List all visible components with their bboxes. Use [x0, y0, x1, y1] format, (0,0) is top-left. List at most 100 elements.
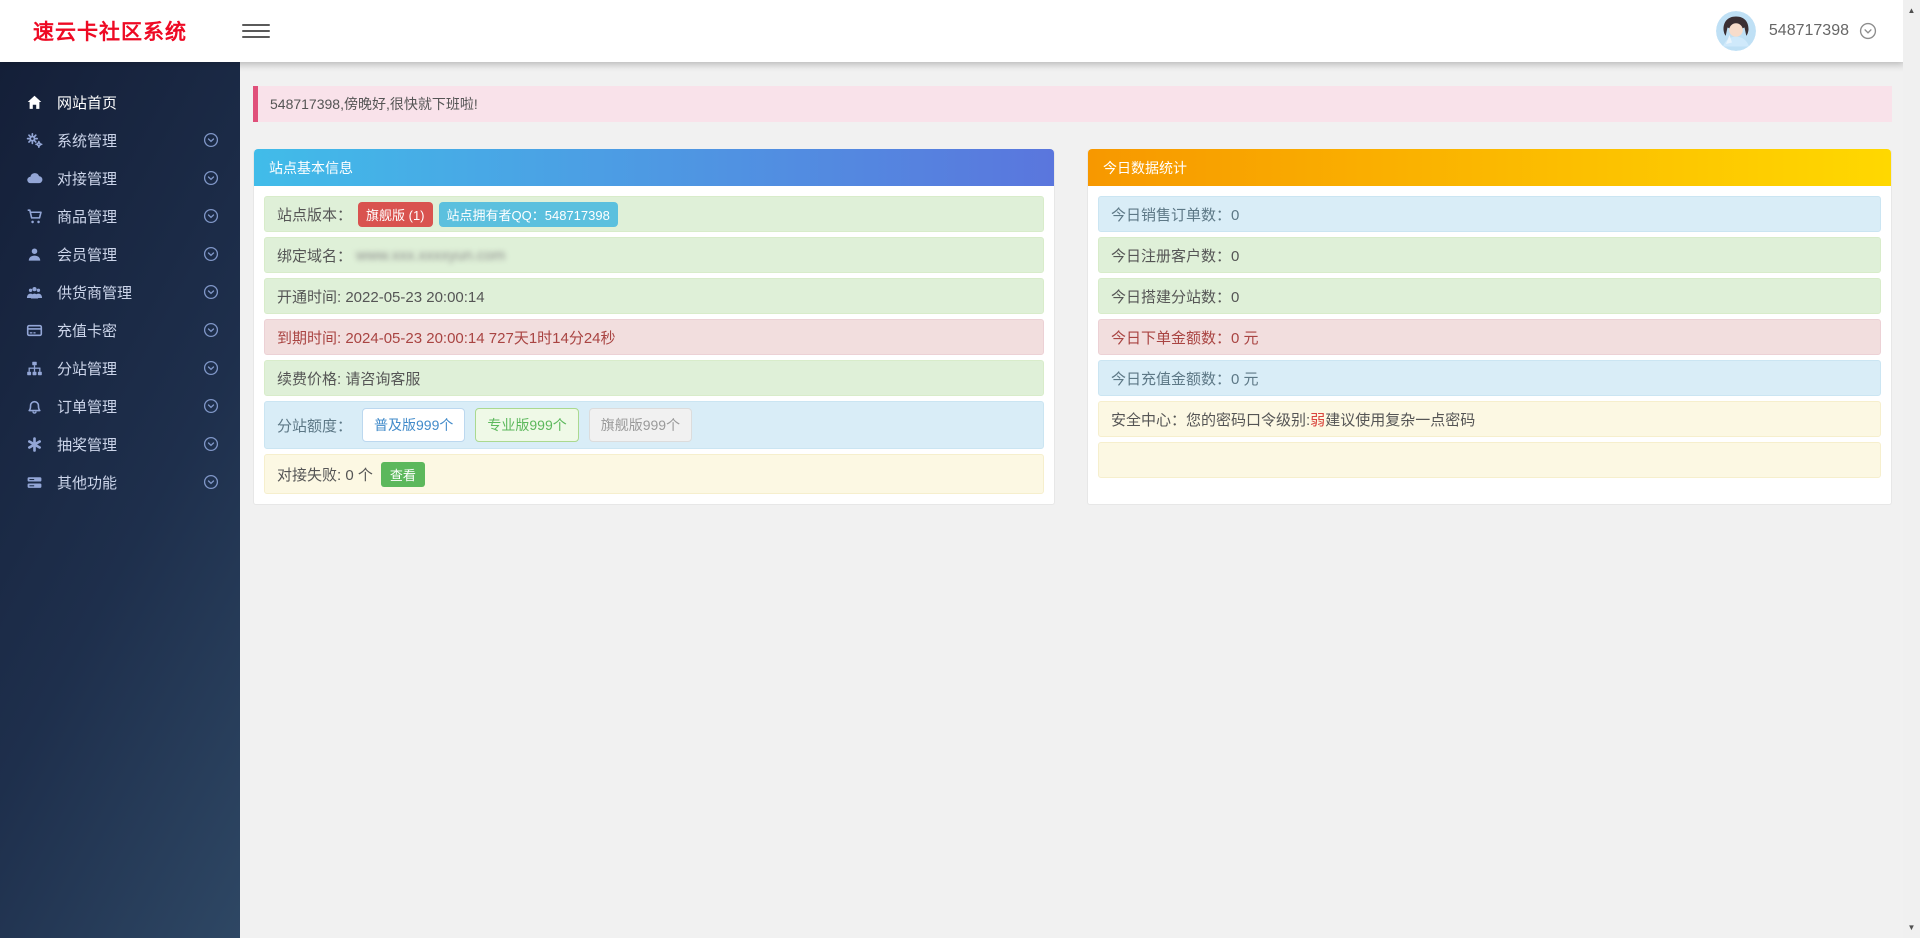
sidebar-item-label: 分站管理	[57, 358, 203, 379]
sidebar-item-products[interactable]: 商品管理	[0, 197, 240, 235]
sidebar-item-system[interactable]: 系统管理	[0, 121, 240, 159]
users-icon	[25, 284, 44, 301]
chevron-down-icon[interactable]	[203, 208, 219, 224]
row-text: 今日销售订单数：0	[1111, 204, 1239, 225]
row-label: 绑定域名：	[277, 245, 352, 266]
chevron-down-icon[interactable]	[203, 360, 219, 376]
row-text: 今日搭建分站数：0	[1111, 286, 1239, 307]
row-site-version: 站点版本： 旗舰版 (1) 站点拥有者QQ：548717398	[264, 196, 1044, 232]
sidebar-item-members[interactable]: 会员管理	[0, 235, 240, 273]
hamburger-menu-icon[interactable]	[242, 24, 270, 39]
app-logo: 速云卡社区系统	[0, 16, 240, 46]
sidebar-item-home[interactable]: 网站首页	[0, 83, 240, 121]
site-info-card: 站点基本信息 站点版本： 旗舰版 (1) 站点拥有者QQ：548717398 绑…	[253, 149, 1055, 505]
page-scrollbar[interactable]: ▲ ▼	[1903, 0, 1920, 938]
chevron-down-icon[interactable]	[203, 284, 219, 300]
sidebar-item-label: 网站首页	[57, 92, 240, 113]
sidebar-item-label: 充值卡密	[57, 320, 203, 341]
user-icon	[25, 246, 44, 263]
row-registered-customers: 今日注册客户数：0	[1098, 237, 1881, 273]
view-button[interactable]: 查看	[381, 462, 425, 487]
row-security-center: 安全中心：您的密码口令级别:弱 建议使用复杂一点密码	[1098, 401, 1881, 437]
sidebar-item-label: 对接管理	[57, 168, 203, 189]
scroll-down-icon[interactable]: ▼	[1903, 919, 1920, 936]
scroll-up-icon[interactable]: ▲	[1903, 2, 1920, 19]
cloud-icon	[25, 170, 44, 187]
server-icon	[25, 474, 44, 491]
chevron-down-icon[interactable]	[203, 170, 219, 186]
today-stats-card-header: 今日数据统计	[1088, 149, 1891, 186]
sidebar-item-label: 其他功能	[57, 472, 203, 493]
row-text: 今日下单金额数：0 元	[1111, 327, 1259, 348]
chevron-down-icon[interactable]	[203, 398, 219, 414]
greeting-alert: 548717398,傍晚好,很快就下班啦!	[253, 86, 1892, 122]
row-open-time: 开通时间: 2022-05-23 20:00:14	[264, 278, 1044, 314]
domain-value-blurred: www.xxx.xxxxyun.com	[356, 247, 505, 264]
security-text-suffix: 建议使用复杂一点密码	[1325, 409, 1475, 430]
row-recharge-amount: 今日充值金额数：0 元	[1098, 360, 1881, 396]
row-text: 今日充值金额数：0 元	[1111, 368, 1259, 389]
row-expire-time: 到期时间: 2024-05-23 20:00:14 727天1时14分24秒	[264, 319, 1044, 355]
chevron-down-icon[interactable]	[1859, 22, 1877, 40]
row-label: 站点版本：	[277, 204, 352, 225]
top-header: 速云卡社区系统 548717398	[0, 0, 1903, 62]
chevron-down-icon[interactable]	[203, 474, 219, 490]
greeting-text: 548717398,傍晚好,很快就下班啦!	[270, 94, 478, 114]
card-title: 站点基本信息	[269, 158, 353, 178]
sidebar-item-label: 供货商管理	[57, 282, 203, 303]
sidebar-item-label: 抽奖管理	[57, 434, 203, 455]
security-text-prefix: 安全中心：您的密码口令级别:	[1111, 409, 1310, 430]
row-docking-failures: 对接失败: 0 个 查看	[264, 454, 1044, 494]
sidebar-item-docking[interactable]: 对接管理	[0, 159, 240, 197]
row-text: 到期时间: 2024-05-23 20:00:14 727天1时14分24秒	[277, 327, 616, 348]
sitemap-icon	[25, 360, 44, 377]
sidebar-item-suppliers[interactable]: 供货商管理	[0, 273, 240, 311]
home-icon	[25, 94, 44, 111]
cart-icon	[25, 208, 44, 225]
sidebar-item-other[interactable]: 其他功能	[0, 463, 240, 501]
username[interactable]: 548717398	[1769, 22, 1849, 40]
row-label: 分站额度：	[277, 415, 352, 436]
row-sales-orders: 今日销售订单数：0	[1098, 196, 1881, 232]
version-badge: 旗舰版 (1)	[358, 202, 433, 227]
quota-basic-button[interactable]: 普及版999个	[362, 408, 465, 442]
avatar[interactable]	[1716, 11, 1756, 51]
main-content: 548717398,傍晚好,很快就下班啦! 站点基本信息 站点版本： 旗舰版 (…	[240, 62, 1903, 938]
quota-flagship-button[interactable]: 旗舰版999个	[589, 408, 692, 442]
row-bound-domain: 绑定域名： www.xxx.xxxxyun.com	[264, 237, 1044, 273]
row-text: 开通时间: 2022-05-23 20:00:14	[277, 286, 485, 307]
password-weak-label: 弱	[1310, 409, 1325, 430]
row-substation-quota: 分站额度： 普及版999个 专业版999个 旗舰版999个	[264, 401, 1044, 449]
asterisk-icon	[25, 436, 44, 453]
chevron-down-icon[interactable]	[203, 132, 219, 148]
sidebar-item-lottery[interactable]: 抽奖管理	[0, 425, 240, 463]
sidebar-item-label: 系统管理	[57, 130, 203, 151]
user-menu[interactable]: 548717398	[1716, 11, 1903, 51]
chevron-down-icon[interactable]	[203, 322, 219, 338]
row-order-amount: 今日下单金额数：0 元	[1098, 319, 1881, 355]
chevron-down-icon[interactable]	[203, 246, 219, 262]
sidebar-item-label: 订单管理	[57, 396, 203, 417]
sidebar-item-cards[interactable]: 充值卡密	[0, 311, 240, 349]
quota-pro-button[interactable]: 专业版999个	[475, 408, 578, 442]
sidebar-item-orders[interactable]: 订单管理	[0, 387, 240, 425]
row-empty	[1098, 442, 1881, 478]
sidebar-item-label: 商品管理	[57, 206, 203, 227]
credit-card-icon	[25, 322, 44, 339]
sidebar-item-substations[interactable]: 分站管理	[0, 349, 240, 387]
row-text: 今日注册客户数：0	[1111, 245, 1239, 266]
bell-icon	[25, 398, 44, 415]
site-info-card-header: 站点基本信息	[254, 149, 1054, 186]
sidebar-nav: 网站首页 系统管理 对接管理	[0, 62, 240, 938]
row-label: 对接失败: 0 个	[277, 464, 373, 485]
today-stats-card: 今日数据统计 今日销售订单数：0 今日注册客户数：0 今日搭建分站数：0 今日下…	[1087, 149, 1892, 505]
card-title: 今日数据统计	[1103, 158, 1187, 178]
cogs-icon	[25, 132, 44, 149]
row-built-substations: 今日搭建分站数：0	[1098, 278, 1881, 314]
owner-qq-badge: 站点拥有者QQ：548717398	[439, 202, 618, 227]
chevron-down-icon[interactable]	[203, 436, 219, 452]
sidebar-item-label: 会员管理	[57, 244, 203, 265]
page: 速云卡社区系统 548717398	[0, 0, 1920, 938]
row-renew-price: 续费价格: 请咨询客服	[264, 360, 1044, 396]
row-text: 续费价格: 请咨询客服	[277, 368, 420, 389]
